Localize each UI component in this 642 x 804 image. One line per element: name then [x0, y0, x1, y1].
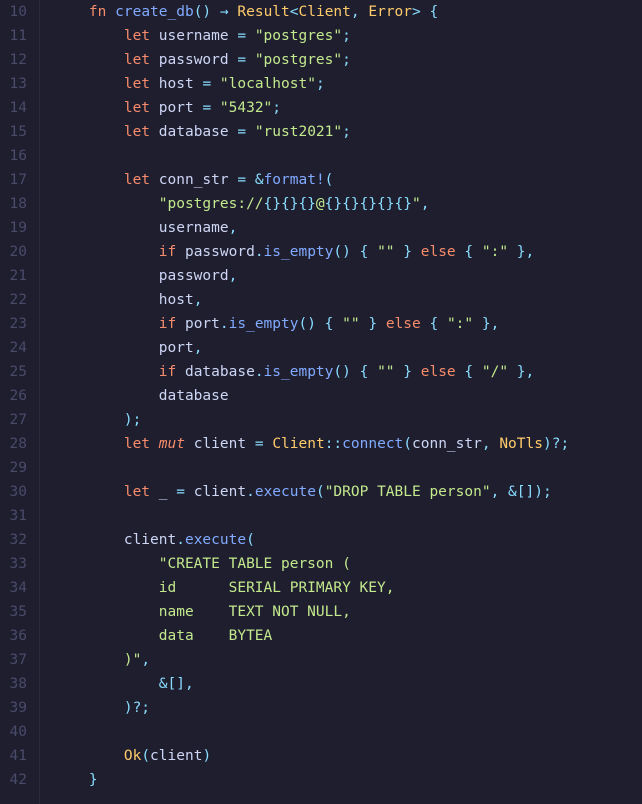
- code-line[interactable]: [54, 456, 569, 480]
- code-line[interactable]: database: [54, 384, 569, 408]
- code-editor-content[interactable]: fn create_db() → Result<Client, Error> {…: [40, 0, 569, 804]
- code-line[interactable]: if port.is_empty() { "" } else { ":" },: [54, 312, 569, 336]
- code-line[interactable]: let database = "rust2021";: [54, 120, 569, 144]
- code-line[interactable]: "CREATE TABLE person (: [54, 552, 569, 576]
- line-number: 11: [6, 24, 27, 48]
- line-number: 13: [6, 72, 27, 96]
- line-number: 33: [6, 552, 27, 576]
- line-number: 27: [6, 408, 27, 432]
- line-number: 42: [6, 768, 27, 792]
- line-number: 36: [6, 624, 27, 648]
- line-number: 12: [6, 48, 27, 72]
- line-number: 15: [6, 120, 27, 144]
- code-line[interactable]: let port = "5432";: [54, 96, 569, 120]
- line-number: 19: [6, 216, 27, 240]
- code-line[interactable]: let conn_str = &format!(: [54, 168, 569, 192]
- code-line[interactable]: let password = "postgres";: [54, 48, 569, 72]
- code-line[interactable]: "postgres://{}{}{}@{}{}{}{}{}",: [54, 192, 569, 216]
- line-number: 25: [6, 360, 27, 384]
- line-number: 23: [6, 312, 27, 336]
- line-number: 38: [6, 672, 27, 696]
- line-number: 39: [6, 696, 27, 720]
- code-line[interactable]: name TEXT NOT NULL,: [54, 600, 569, 624]
- code-line[interactable]: if password.is_empty() { "" } else { ":"…: [54, 240, 569, 264]
- line-number: 35: [6, 600, 27, 624]
- code-line[interactable]: port,: [54, 336, 569, 360]
- line-number: 16: [6, 144, 27, 168]
- code-line[interactable]: client.execute(: [54, 528, 569, 552]
- line-number: 41: [6, 744, 27, 768]
- code-line[interactable]: host,: [54, 288, 569, 312]
- line-number: 28: [6, 432, 27, 456]
- line-number: 20: [6, 240, 27, 264]
- line-number: 32: [6, 528, 27, 552]
- code-line[interactable]: )?;: [54, 696, 569, 720]
- line-number: 14: [6, 96, 27, 120]
- line-number-gutter: 1011121314151617181920212223242526272829…: [0, 0, 40, 804]
- line-number: 29: [6, 456, 27, 480]
- line-number: 40: [6, 720, 27, 744]
- code-line[interactable]: if database.is_empty() { "" } else { "/"…: [54, 360, 569, 384]
- line-number: 21: [6, 264, 27, 288]
- line-number: 17: [6, 168, 27, 192]
- line-number: 31: [6, 504, 27, 528]
- code-line[interactable]: fn create_db() → Result<Client, Error> {: [54, 0, 569, 24]
- line-number: 22: [6, 288, 27, 312]
- code-line[interactable]: [54, 720, 569, 744]
- code-line[interactable]: );: [54, 408, 569, 432]
- line-number: 10: [6, 0, 27, 24]
- code-line[interactable]: [54, 504, 569, 528]
- code-line[interactable]: )",: [54, 648, 569, 672]
- code-line[interactable]: password,: [54, 264, 569, 288]
- code-line[interactable]: data BYTEA: [54, 624, 569, 648]
- line-number: 24: [6, 336, 27, 360]
- code-line[interactable]: id SERIAL PRIMARY KEY,: [54, 576, 569, 600]
- line-number: 30: [6, 480, 27, 504]
- code-line[interactable]: let _ = client.execute("DROP TABLE perso…: [54, 480, 569, 504]
- line-number: 37: [6, 648, 27, 672]
- code-line[interactable]: }: [54, 768, 569, 792]
- code-line[interactable]: let mut client = Client::connect(conn_st…: [54, 432, 569, 456]
- code-line[interactable]: &[],: [54, 672, 569, 696]
- line-number: 26: [6, 384, 27, 408]
- code-line[interactable]: Ok(client): [54, 744, 569, 768]
- line-number: 34: [6, 576, 27, 600]
- code-line[interactable]: let host = "localhost";: [54, 72, 569, 96]
- code-line[interactable]: username,: [54, 216, 569, 240]
- code-line[interactable]: [54, 144, 569, 168]
- line-number: 18: [6, 192, 27, 216]
- code-line[interactable]: let username = "postgres";: [54, 24, 569, 48]
